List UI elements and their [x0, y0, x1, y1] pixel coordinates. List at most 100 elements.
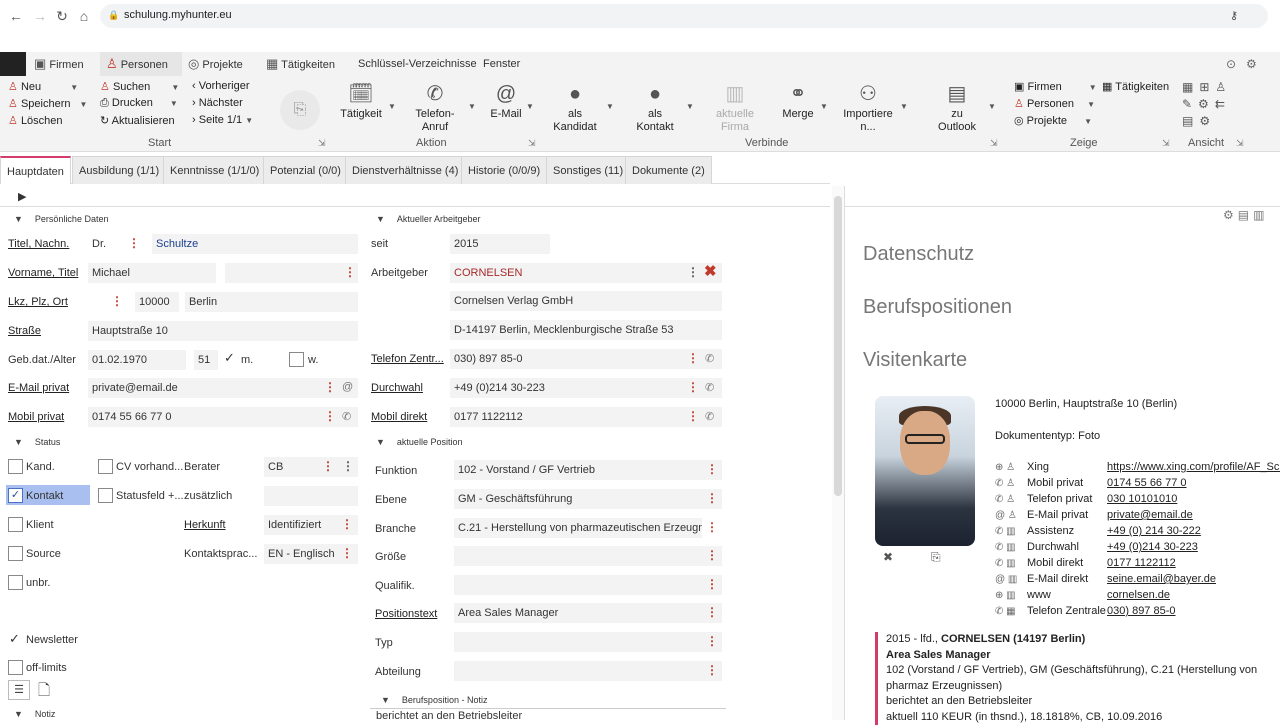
merge-button[interactable]: ⚭Merge: [776, 82, 820, 121]
chevron-down-icon[interactable]: ▼: [686, 102, 694, 111]
source-checkbox[interactable]: [8, 546, 23, 561]
expand-icon[interactable]: ⇲: [1162, 138, 1170, 149]
tab-kenntnisse[interactable]: Kenntnisse (1/1/0): [163, 156, 266, 184]
lkz-label[interactable]: Lkz, Plz, Ort: [8, 296, 68, 308]
durchwahl-label[interactable]: Durchwahl: [371, 382, 423, 394]
mobil-field[interactable]: 0174 55 66 77 0: [88, 407, 358, 427]
section-position[interactable]: ▼aktuelle Position: [376, 437, 462, 447]
more-icon[interactable]: ⋮: [706, 634, 718, 648]
zeige-taetigkeiten-button[interactable]: ▦ Tätigkeiten: [1102, 80, 1169, 93]
seit-field[interactable]: 2015: [450, 234, 550, 254]
taetigkeit-button[interactable]: 🗓Tätigkeit: [338, 82, 384, 121]
vk-www-link[interactable]: cornelsen.de: [1107, 589, 1170, 601]
typ-field[interactable]: [454, 632, 722, 652]
vorheriger-button[interactable]: ‹ Vorheriger: [192, 80, 250, 92]
aktuelle-firma-button[interactable]: ▥aktuelle Firma: [710, 82, 760, 134]
expand-icon[interactable]: ⇲: [1236, 138, 1244, 149]
weiblich-checkbox[interactable]: [289, 352, 304, 367]
telefon-anruf-button[interactable]: ✆Telefon- Anruf: [410, 82, 460, 134]
namenstitel-field[interactable]: [225, 263, 358, 283]
phone-icon[interactable]: ✆: [705, 381, 714, 394]
telefon-zentrale-label[interactable]: Telefon Zentr...: [371, 353, 444, 365]
email-button[interactable]: @E-Mail: [486, 82, 526, 121]
als-kandidat-button[interactable]: ●als Kandidat: [550, 82, 600, 134]
address-bar[interactable]: 🔒 schulung.myhunter.eu ⚷: [100, 4, 1268, 28]
view-icons-2[interactable]: ✎⚙⇇: [1182, 97, 1231, 111]
klient-checkbox[interactable]: [8, 517, 23, 532]
offlimits-checkbox[interactable]: [8, 660, 23, 675]
phone-icon[interactable]: ✆: [705, 410, 714, 423]
visitenkarte-heading[interactable]: Visitenkarte: [863, 349, 967, 372]
email-field[interactable]: private@email.de: [88, 378, 358, 398]
section-notiz[interactable]: ▼Notiz: [14, 709, 55, 719]
vk-mobil-privat-link[interactable]: 0174 55 66 77 0: [1107, 477, 1187, 489]
section-employer[interactable]: ▼Aktueller Arbeitgeber: [376, 214, 480, 224]
panel-tools-icons[interactable]: ⚙▤▥: [1223, 208, 1268, 222]
back-icon[interactable]: ←: [8, 8, 24, 24]
abteilung-field[interactable]: [454, 661, 722, 681]
tab-dienstverhaeltnisse[interactable]: Dienstverhältnisse (4): [345, 156, 465, 184]
reload-icon[interactable]: ↻: [54, 8, 70, 24]
telefon-zentrale-field[interactable]: 030) 897 85-0: [450, 349, 722, 369]
berufsposition-notiz-text[interactable]: berichtet an den Betriebsleiter: [376, 710, 522, 722]
zeige-personen-button[interactable]: ♙ Personen ▼: [1014, 97, 1095, 110]
more-icon[interactable]: ⋮: [128, 236, 140, 250]
loeschen-button[interactable]: ♙ Löschen: [8, 114, 63, 127]
groesse-field[interactable]: [454, 546, 722, 566]
naechster-button[interactable]: › Nächster: [192, 97, 243, 109]
geburtsdatum-field[interactable]: 01.02.1970: [88, 350, 186, 370]
ort-field[interactable]: Berlin: [185, 292, 358, 312]
vk-mobil-direkt-link[interactable]: 0177 1122112: [1107, 557, 1176, 569]
herkunft-label[interactable]: Herkunft: [184, 519, 226, 531]
ebene-field[interactable]: GM - Geschäftsführung: [454, 489, 722, 509]
section-personal[interactable]: ▼Persönliche Daten: [14, 214, 108, 224]
cv-checkbox[interactable]: [98, 459, 113, 474]
more-icon[interactable]: ⋮: [687, 265, 699, 279]
more-icon[interactable]: ⋮: [706, 491, 718, 505]
durchwahl-field[interactable]: +49 (0)214 30-223: [450, 378, 722, 398]
email-label[interactable]: E-Mail privat: [8, 382, 69, 394]
more-icon[interactable]: ⋮: [706, 605, 718, 619]
section-berufsposition-notiz[interactable]: ▼Berufsposition - Notiz: [381, 695, 487, 705]
statusfeld-checkbox[interactable]: [98, 488, 113, 503]
zeige-projekte-button[interactable]: ◎ Projekte ▼: [1014, 114, 1092, 127]
vk-durchwahl-link[interactable]: +49 (0)214 30-223: [1107, 541, 1198, 553]
close-icon[interactable]: ✖: [704, 262, 717, 280]
aktualisieren-button[interactable]: ↻ Aktualisieren: [100, 114, 175, 127]
berufsposition-entry[interactable]: 2015 - lfd., CORNELSEN (14197 Berlin) Ar…: [875, 632, 1280, 725]
settings-icon[interactable]: ⚙: [1246, 57, 1257, 71]
vk-email-direkt-link[interactable]: seine.email@bayer.de: [1107, 573, 1216, 585]
chevron-down-icon[interactable]: ▼: [468, 102, 476, 111]
positionstext-field[interactable]: Area Sales Manager: [454, 603, 722, 623]
drucken-button[interactable]: ⎙ Drucken ▼: [100, 97, 178, 110]
kand-checkbox[interactable]: [8, 459, 23, 474]
neu-button[interactable]: ♙ Neu ▼: [8, 80, 78, 93]
strasse-label[interactable]: Straße: [8, 325, 41, 337]
mobil-direkt-label[interactable]: Mobil direkt: [371, 411, 427, 423]
chevron-down-icon[interactable]: ▼: [526, 102, 534, 111]
tab-ausbildung[interactable]: Ausbildung (1/1): [72, 156, 166, 184]
key-icon[interactable]: ⚷: [1230, 9, 1238, 22]
more-icon[interactable]: ⋮: [111, 294, 123, 308]
at-icon[interactable]: @: [342, 381, 353, 393]
vk-email-privat-link[interactable]: private@email.de: [1107, 509, 1193, 521]
forward-icon[interactable]: →: [32, 8, 48, 24]
check-icon[interactable]: ✓: [224, 350, 235, 366]
view-icons-3[interactable]: ▤⚙: [1182, 114, 1216, 128]
more-icon[interactable]: ⋮: [706, 548, 718, 562]
funktion-field[interactable]: 102 - Vorstand / GF Vertrieb: [454, 460, 722, 480]
menu-schluessel[interactable]: Schlüssel-Verzeichnisse: [358, 52, 477, 76]
vk-telefon-zentrale-link[interactable]: 030) 897 85-0: [1107, 605, 1176, 617]
tab-historie[interactable]: Historie (0/0/9): [461, 156, 547, 184]
more-icon[interactable]: ⋮: [344, 265, 356, 279]
menu-personen[interactable]: ♙ Personen: [100, 52, 182, 76]
branche-field[interactable]: C.21 - Herstellung von pharmazeutischen …: [454, 518, 702, 538]
kontakt-checkbox[interactable]: ✓: [8, 488, 23, 503]
expand-icon[interactable]: ⇲: [528, 138, 536, 149]
more-icon[interactable]: ⋮: [322, 459, 334, 473]
expand-icon[interactable]: ⇲: [318, 138, 326, 149]
section-status[interactable]: ▼Status: [14, 437, 60, 447]
vorname-label[interactable]: Vorname, Titel: [8, 267, 78, 279]
scroll-thumb[interactable]: [834, 196, 842, 496]
menu-taetigkeiten[interactable]: ▦ Tätigkeiten: [266, 52, 346, 76]
